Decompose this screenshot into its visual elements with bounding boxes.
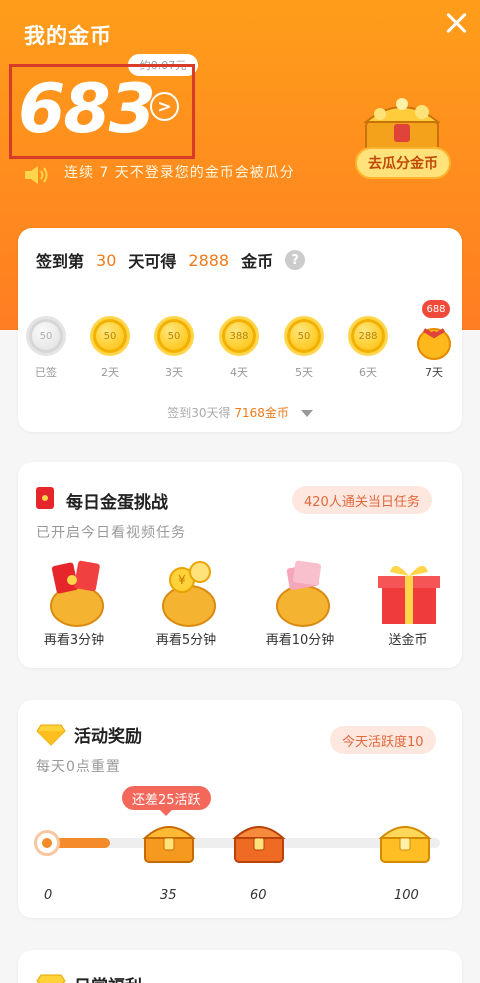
diamond-icon xyxy=(36,974,66,983)
close-icon[interactable] xyxy=(440,8,472,40)
chest-60-icon[interactable] xyxy=(232,818,286,864)
day-coin-1[interactable]: 50 xyxy=(26,316,66,356)
coin-balance-highlight xyxy=(9,64,195,159)
activity-badge: 今天活跃度10 xyxy=(330,726,436,754)
daily-welfare-card: 日常福利 xyxy=(18,950,462,983)
day-coin-3[interactable]: 50 xyxy=(154,316,194,356)
signin-reward-amount: 2888 xyxy=(188,250,230,270)
activity-reward-card: 活动奖励 今天活跃度10 每天0点重置 还差25活跃 0 35 60 100 xyxy=(18,700,462,918)
daily-welfare-title: 日常福利 xyxy=(74,972,142,983)
gift-box-icon[interactable] xyxy=(364,558,454,628)
milestone-35: 35 xyxy=(160,888,177,903)
speaker-icon xyxy=(25,166,48,184)
day-label-6: 6天 xyxy=(359,366,377,379)
signin-title-prefix: 签到第 xyxy=(36,252,85,271)
signin-day-count: 30 xyxy=(96,250,117,270)
expand-triangle-icon[interactable] xyxy=(300,410,313,417)
signin-title-suffix: 金币 xyxy=(241,252,274,271)
red-packet-icon xyxy=(36,487,54,509)
page-title: 我的金币 xyxy=(24,24,112,48)
signin-title-middle: 天可得 xyxy=(128,252,177,271)
day-label-2: 2天 xyxy=(101,366,119,379)
signin-footer-prefix: 签到30天得 xyxy=(167,406,231,420)
egg-label-4: 送金币 xyxy=(388,633,428,648)
egg-label-3: 再看10分钟 xyxy=(265,633,335,648)
egg-label-1: 再看3分钟 xyxy=(43,633,105,648)
activity-remaining-tip: 还差25活跃 xyxy=(122,786,211,816)
day-label-4: 4天 xyxy=(230,366,248,379)
milestone-0: 0 xyxy=(44,888,53,903)
day-coin-4[interactable]: 388 xyxy=(219,316,259,356)
activity-subtitle: 每天0点重置 xyxy=(36,759,121,775)
svg-text:¥: ¥ xyxy=(178,573,186,587)
egg-challenge-subtitle: 已开启今日看视频任务 xyxy=(36,525,186,541)
day-coin-6[interactable]: 288 xyxy=(348,316,388,356)
day-label-7: 7天 xyxy=(425,366,443,379)
golden-egg-cash-icon[interactable] xyxy=(258,558,348,628)
signin-footer[interactable]: 签到30天得 7168金币 xyxy=(18,404,462,421)
diamond-icon xyxy=(36,724,66,746)
chest-100-icon[interactable] xyxy=(378,818,432,864)
share-coins-button[interactable]: 去瓜分金币 xyxy=(355,147,451,179)
egg-label-2: 再看5分钟 xyxy=(155,633,217,648)
day-label-3: 3天 xyxy=(165,366,183,379)
egg-challenge-card: 每日金蛋挑战 420人通关当日任务 已开启今日看视频任务 ¥ 再看3分钟 再看5… xyxy=(18,462,462,668)
chest-35-icon[interactable] xyxy=(142,818,196,864)
signin-footer-highlight: 7168金币 xyxy=(234,406,289,420)
day-label-5: 5天 xyxy=(295,366,313,379)
golden-egg-red-packet-icon[interactable] xyxy=(32,558,122,628)
day-coin-5[interactable]: 50 xyxy=(284,316,324,356)
help-icon[interactable]: ? xyxy=(285,250,306,270)
milestone-100: 100 xyxy=(394,888,419,903)
gift-bag-icon[interactable] xyxy=(414,316,454,360)
egg-challenge-badge: 420人通关当日任务 xyxy=(292,486,432,514)
golden-egg-coins-icon[interactable]: ¥ xyxy=(144,558,234,628)
activity-title: 活动奖励 xyxy=(74,727,142,747)
inactivity-notice: 连续 7 天不登录您的金币会被瓜分 xyxy=(64,165,295,181)
egg-challenge-title: 每日金蛋挑战 xyxy=(66,493,168,513)
day-coin-2[interactable]: 50 xyxy=(90,316,130,356)
milestone-60: 60 xyxy=(250,888,267,903)
signin-title: 签到第 30 天可得 2888 金币 ? xyxy=(36,248,306,272)
activity-progress-knob xyxy=(34,830,60,856)
day-label-1: 已签 xyxy=(35,366,57,379)
day-7-reward-badge: 688 xyxy=(422,300,450,318)
